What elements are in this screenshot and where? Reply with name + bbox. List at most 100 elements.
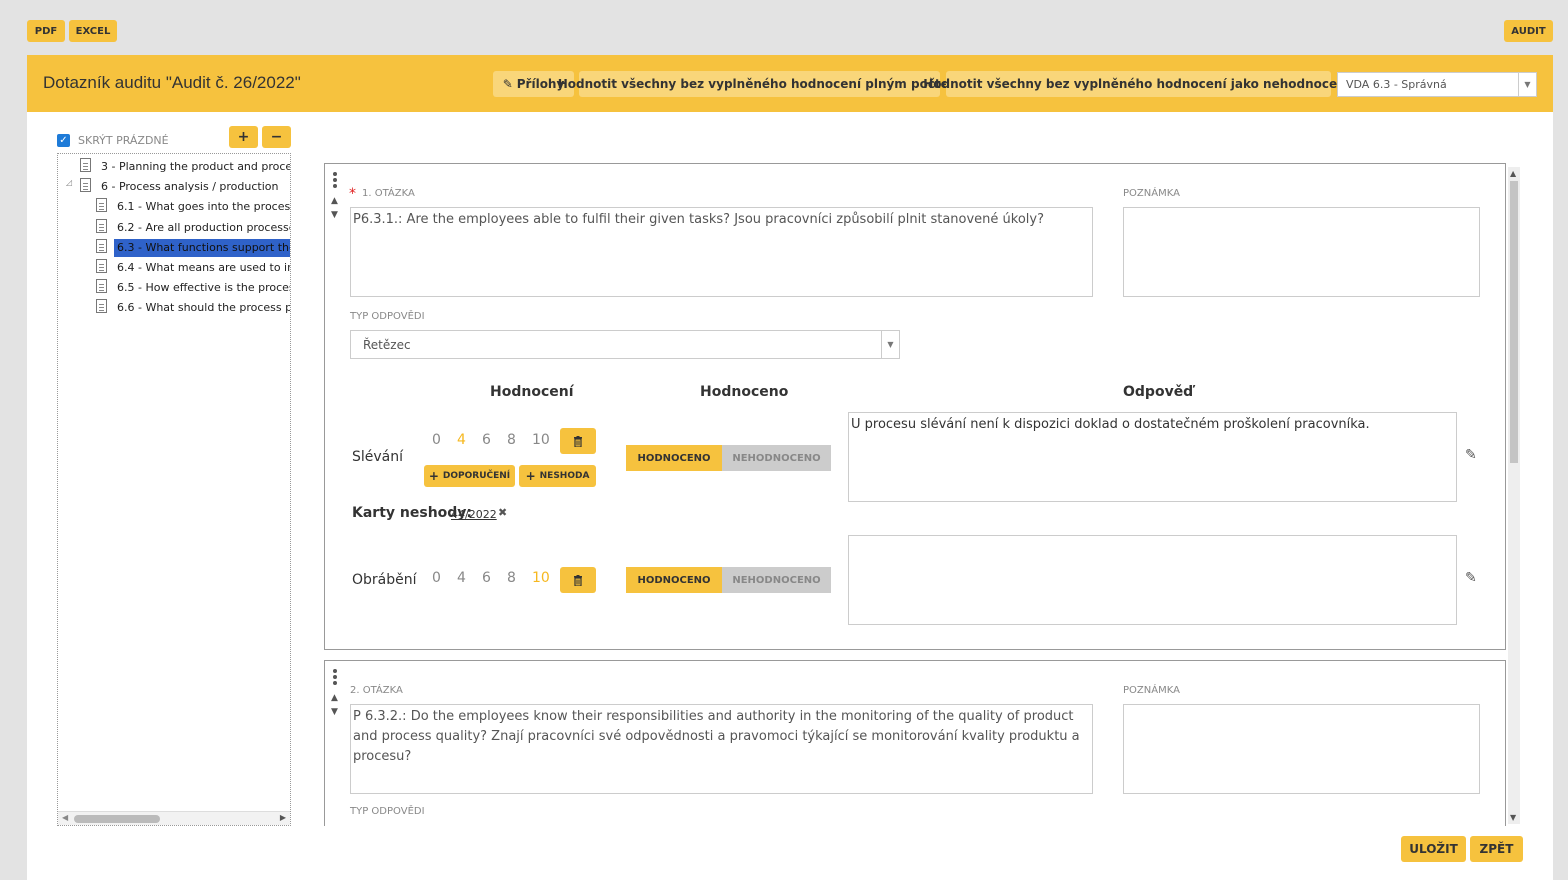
questions-scrollbar[interactable]: ▲ ▼: [1508, 167, 1520, 824]
score-option[interactable]: 0: [432, 432, 441, 448]
plus-icon: +: [428, 469, 439, 483]
answer-type-label: TYP ODPOVĚDI: [350, 806, 425, 817]
rated-toggle-off[interactable]: NEHODNOCENO: [722, 567, 831, 593]
document-icon: [96, 299, 107, 313]
tree-node[interactable]: 3 - Planning the product and process: [101, 158, 290, 176]
column-header-rated: Hodnoceno: [700, 384, 789, 400]
pdf-button[interactable]: PDF: [27, 20, 65, 42]
back-button[interactable]: ZPĚT: [1470, 836, 1523, 862]
document-icon: [80, 178, 91, 192]
score-option[interactable]: 10: [532, 432, 550, 448]
question-card: ▲ ▼ 2. OTÁZKA P 6.3.2.: Do the employees…: [324, 660, 1506, 826]
main-panel: ✓ SKRÝT PRÁZDNÉ + − 3 - Planning the pro…: [27, 112, 1553, 880]
tree-node[interactable]: 6.5 - How effective is the process: [117, 279, 290, 297]
required-marker: *: [349, 186, 356, 202]
rated-toggle-on[interactable]: HODNOCENO: [626, 445, 722, 471]
scroll-up-icon[interactable]: ▲: [1510, 169, 1516, 178]
collapse-all-button[interactable]: −: [262, 126, 291, 148]
rate-all-unrated-button[interactable]: Hodnotit všechny bez vyplněného hodnocen…: [923, 71, 1354, 97]
trash-icon: [574, 435, 582, 447]
note-textarea[interactable]: [1123, 704, 1480, 794]
remove-card-icon[interactable]: ✖: [498, 506, 507, 519]
plus-icon: +: [525, 469, 536, 483]
score-option[interactable]: 6: [482, 432, 491, 448]
clear-rating-button[interactable]: [560, 567, 596, 593]
nonconformity-card-link[interactable]: 44/2022: [451, 508, 497, 521]
scrollbar-thumb[interactable]: [1510, 181, 1518, 463]
chevron-down-icon: ▼: [881, 331, 899, 358]
version-select[interactable]: VDA 6.3 - Správná ▼: [1337, 72, 1537, 97]
clear-rating-button[interactable]: [560, 428, 596, 454]
chapter-tree: 3 - Planning the product and process ◿ 6…: [57, 153, 291, 826]
move-up-icon[interactable]: ▲: [331, 693, 338, 703]
recommendation-label: DOPORUČENÍ: [442, 471, 511, 481]
scroll-left-icon[interactable]: ◀: [62, 813, 68, 822]
rate-all-full-button[interactable]: Hodnotit všechny bez vyplněného hodnocen…: [558, 71, 961, 97]
answer-textarea[interactable]: [848, 535, 1457, 625]
paperclip-icon[interactable]: ✎: [1465, 447, 1477, 463]
move-down-icon[interactable]: ▼: [331, 707, 338, 717]
drag-handle-icon[interactable]: [333, 669, 337, 687]
answer-type-label: TYP ODPOVĚDI: [350, 311, 425, 322]
scroll-down-icon[interactable]: ▼: [1510, 813, 1516, 822]
question-card: ▲ ▼ * 1. OTÁZKA P6.3.1.: Are the employe…: [324, 163, 1506, 650]
answer-type-select[interactable]: Řetězec ▼: [350, 330, 900, 359]
trash-icon: [574, 574, 582, 586]
expand-all-button[interactable]: +: [229, 126, 258, 148]
page-title: Dotazník auditu "Audit č. 26/2022": [43, 73, 301, 92]
drag-handle-icon[interactable]: [333, 172, 337, 190]
tree-controls: ✓ SKRÝT PRÁZDNÉ + −: [57, 126, 297, 154]
score-option[interactable]: 8: [507, 432, 516, 448]
scrollbar-thumb[interactable]: [74, 815, 160, 823]
collapse-triangle-icon[interactable]: ◿: [66, 178, 72, 187]
score-option-selected[interactable]: 4: [457, 432, 466, 448]
question-number: 2. OTÁZKA: [350, 685, 403, 696]
document-icon: [96, 198, 107, 212]
excel-button[interactable]: EXCEL: [69, 20, 117, 42]
score-option[interactable]: 4: [457, 570, 466, 586]
score-option[interactable]: 6: [482, 570, 491, 586]
tree-node[interactable]: 6.2 - Are all production processes: [117, 219, 290, 237]
answer-type-value: Řetězec: [363, 338, 411, 352]
column-header-rating: Hodnocení: [490, 384, 574, 400]
tree-node[interactable]: 6.1 - What goes into the process ?: [117, 198, 290, 216]
tree-node[interactable]: 6 - Process analysis / production: [101, 178, 290, 196]
audit-button[interactable]: AUDIT: [1504, 20, 1553, 42]
question-number: 1. OTÁZKA: [362, 188, 415, 199]
move-down-icon[interactable]: ▼: [331, 210, 338, 220]
nonconformity-label: NESHODA: [539, 471, 590, 481]
note-textarea[interactable]: [1123, 207, 1480, 297]
add-nonconformity-button[interactable]: + NESHODA: [519, 465, 596, 487]
note-label: POZNÁMKA: [1123, 685, 1180, 696]
tree-horizontal-scrollbar[interactable]: ◀ ▶: [58, 811, 290, 825]
score-option[interactable]: 0: [432, 570, 441, 586]
rated-toggle-off[interactable]: NEHODNOCENO: [722, 445, 831, 471]
paperclip-icon: ✎: [502, 77, 513, 91]
note-label: POZNÁMKA: [1123, 188, 1180, 199]
add-recommendation-button[interactable]: + DOPORUČENÍ: [424, 465, 515, 487]
document-icon: [96, 259, 107, 273]
scroll-right-icon[interactable]: ▶: [280, 813, 286, 822]
row-label: Slévání: [352, 449, 404, 465]
score-option-selected[interactable]: 10: [532, 570, 550, 586]
hide-empty-checkbox[interactable]: ✓: [57, 134, 70, 147]
move-up-icon[interactable]: ▲: [331, 196, 338, 206]
document-icon: [96, 219, 107, 233]
document-icon: [96, 279, 107, 293]
tree-node-selected[interactable]: 6.3 - What functions support the p: [114, 239, 290, 257]
column-header-answer: Odpověď: [1123, 384, 1194, 400]
document-icon: [80, 158, 91, 172]
question-text[interactable]: P6.3.1.: Are the employees able to fulfi…: [350, 207, 1093, 297]
paperclip-icon[interactable]: ✎: [1465, 570, 1477, 586]
version-select-value: VDA 6.3 - Správná: [1346, 78, 1447, 91]
score-option[interactable]: 8: [507, 570, 516, 586]
tree-node[interactable]: 6.6 - What should the process pro: [117, 299, 290, 317]
tree-node[interactable]: 6.4 - What means are used to impl: [117, 259, 290, 277]
answer-textarea[interactable]: U procesu slévání není k dispozici dokla…: [848, 412, 1457, 502]
row-label: Obrábění: [352, 572, 417, 588]
rated-toggle-on[interactable]: HODNOCENO: [626, 567, 722, 593]
hide-empty-label: SKRÝT PRÁZDNÉ: [78, 134, 169, 147]
document-icon: [96, 239, 107, 253]
question-text[interactable]: P 6.3.2.: Do the employees know their re…: [350, 704, 1093, 794]
save-button[interactable]: ULOŽIT: [1401, 836, 1466, 862]
